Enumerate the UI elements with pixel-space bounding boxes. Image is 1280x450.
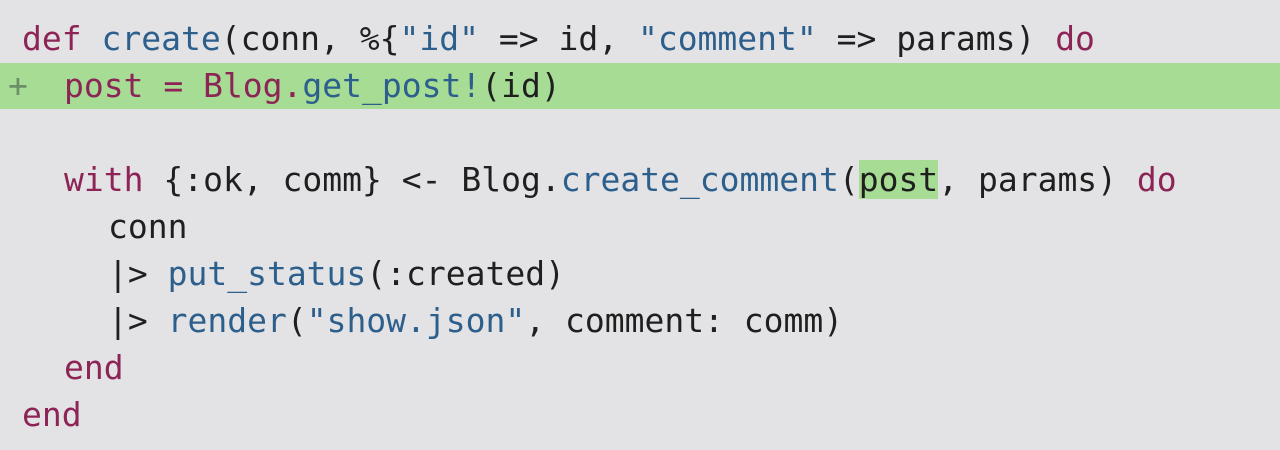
code-token: |>: [108, 254, 168, 293]
code-token: get_post!: [302, 66, 482, 105]
code-token: with: [64, 160, 144, 199]
code-token: post: [858, 160, 939, 199]
code-line-content: |> render("show.json", comment: comm): [108, 298, 843, 344]
code-line-content: |> put_status(:created): [108, 251, 565, 297]
code-line-content: end: [64, 345, 124, 391]
code-line-content: def create(conn, %{"id" => id, "comment"…: [22, 16, 1095, 62]
code-token: create_comment: [560, 160, 839, 199]
code-token: (id): [481, 66, 561, 105]
code-line-added: post = Blog.get_post!(id): [0, 63, 1280, 109]
code-token: "id": [399, 19, 479, 58]
code-token: (:created): [366, 254, 565, 293]
code-token: , params): [938, 160, 1137, 199]
code-editor: def create(conn, %{"id" => id, "comment"…: [0, 0, 1280, 450]
code-token: end: [64, 348, 124, 387]
code-token: render: [167, 301, 287, 340]
diff-added-marker: +: [8, 66, 28, 105]
code-token: post = Blog.: [64, 66, 303, 105]
code-token: do: [1055, 19, 1095, 58]
code-token: do: [1136, 160, 1177, 199]
code-token: (: [838, 160, 859, 199]
code-token: "show.json": [306, 301, 526, 340]
code-line: def create(conn, %{"id" => id, "comment"…: [0, 16, 1280, 62]
code-line-content: end: [22, 392, 82, 438]
code-line-content: conn: [108, 204, 187, 250]
code-line: |> render("show.json", comment: comm): [0, 298, 1280, 344]
code-token: (conn, %{: [220, 19, 400, 58]
code-token: put_status: [167, 254, 367, 293]
code-line: end: [0, 392, 1280, 438]
code-token: def: [22, 19, 82, 58]
code-token: create: [101, 19, 221, 58]
code-token: |>: [108, 301, 168, 340]
code-line: conn: [0, 204, 1280, 250]
code-line: end: [0, 345, 1280, 391]
code-token: => params): [816, 19, 1056, 58]
code-token: => id,: [479, 19, 638, 58]
code-token: "comment": [637, 19, 817, 58]
code-token: , comment: comm): [525, 301, 844, 340]
code-line-content: post = Blog.get_post!(id): [64, 63, 561, 109]
code-token: (: [286, 301, 307, 340]
code-line-content: with {:ok, comm} <- Blog.create_comment(…: [64, 157, 1177, 203]
code-token: conn: [108, 207, 188, 246]
code-token: end: [22, 395, 82, 434]
code-token: {:ok, comm} <- Blog.: [143, 160, 561, 199]
code-line: |> put_status(:created): [0, 251, 1280, 297]
code-line: with {:ok, comm} <- Blog.create_comment(…: [0, 157, 1280, 203]
